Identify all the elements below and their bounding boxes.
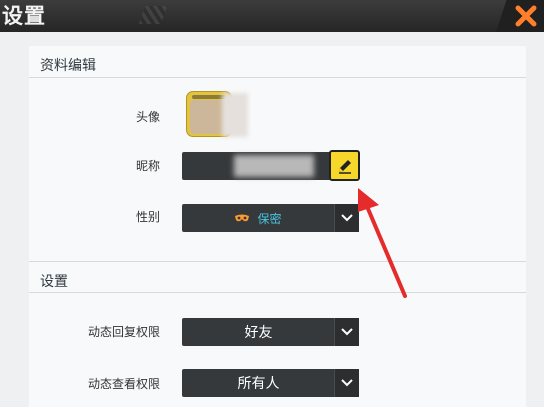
reply-permission-value: 好友 <box>244 325 273 341</box>
view-permission-value: 所有人 <box>237 376 280 392</box>
view-permission-label: 动态查看权限 <box>87 377 160 391</box>
gender-select[interactable]: 保密 <box>182 204 359 232</box>
gender-value: 保密 <box>182 210 335 227</box>
avatar-frame-top <box>192 95 226 99</box>
profile-section-title: 资料编辑 <box>40 58 96 74</box>
chevron-down-icon <box>341 214 353 222</box>
view-permission-dropdown-button[interactable] <box>334 369 359 397</box>
chevron-down-icon <box>341 328 353 336</box>
nickname-label: 昵称 <box>135 159 160 173</box>
close-button[interactable] <box>512 2 540 30</box>
mask-icon <box>235 214 250 221</box>
close-button-area <box>496 0 544 32</box>
section-divider <box>29 261 526 262</box>
title-decoration <box>138 6 168 24</box>
nickname-blurred-value <box>234 155 314 177</box>
section-divider <box>29 77 526 78</box>
gender-value-text: 保密 <box>257 211 282 226</box>
close-icon <box>515 5 537 27</box>
section-divider <box>29 292 526 293</box>
avatar-label: 头像 <box>135 110 160 124</box>
gender-label: 性别 <box>135 210 160 224</box>
reply-permission-dropdown-button[interactable] <box>334 318 359 346</box>
reply-permission-select[interactable]: 好友 <box>182 318 359 346</box>
chevron-down-icon <box>341 379 353 387</box>
edit-nickname-button[interactable] <box>329 150 360 181</box>
annotation-arrow <box>358 188 407 298</box>
view-permission-select[interactable]: 所有人 <box>182 369 359 397</box>
window-title: 设置 <box>2 4 46 28</box>
avatar-blur-overlay <box>222 93 248 137</box>
title-bar: 设置 <box>0 0 544 32</box>
reply-permission-label: 动态回复权限 <box>87 325 160 339</box>
pencil-icon <box>338 159 351 174</box>
settings-section-title: 设置 <box>40 274 68 290</box>
